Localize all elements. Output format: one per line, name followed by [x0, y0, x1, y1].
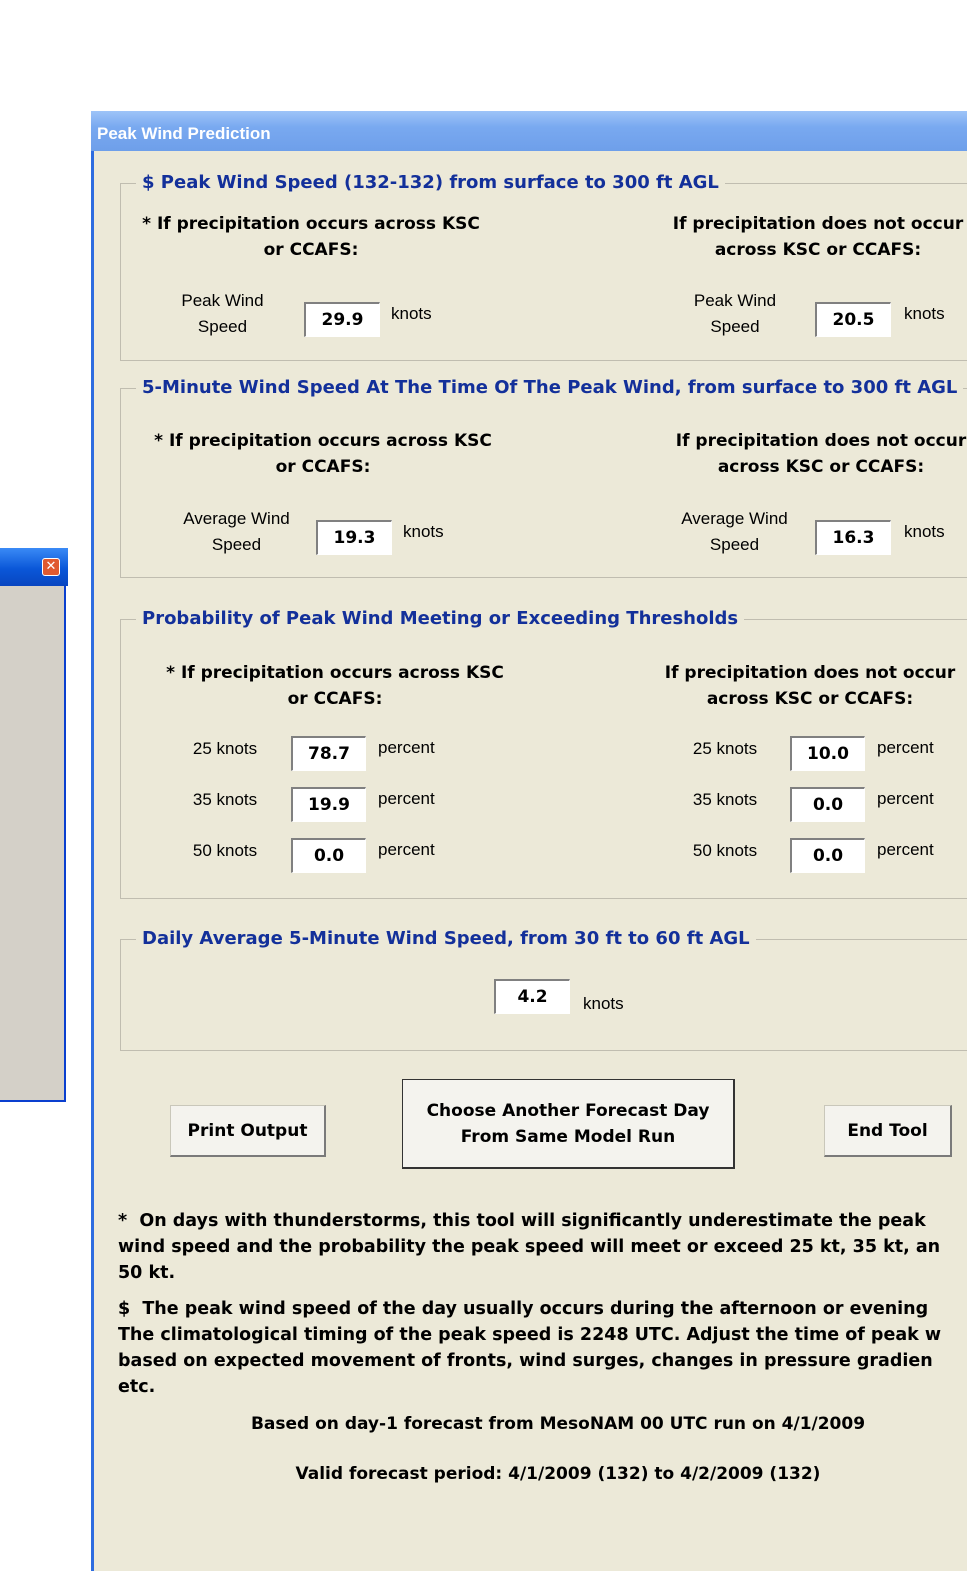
- prob-noprecip-heading: If precipitation does not occur across K…: [664, 663, 956, 709]
- prob-row-label: 25 knots: [692, 739, 758, 758]
- window-titlebar: Peak Wind Prediction: [91, 111, 967, 151]
- peak-precip-label: Peak Wind Speed: [181, 291, 264, 336]
- five-min-precip-heading: * If precipitation occurs across KSC or …: [154, 431, 492, 477]
- prob-noprecip-unit: percent: [877, 840, 934, 859]
- peak-precip-unit: knots: [391, 304, 432, 323]
- prob-row-label: 50 knots: [192, 841, 258, 860]
- prob-precip-unit: percent: [378, 789, 435, 808]
- prob-noprecip-25-value: 10.0: [790, 736, 865, 771]
- five-minute-legend: 5-Minute Wind Speed At The Time Of The P…: [136, 377, 964, 398]
- prob-noprecip-35-value: 0.0: [790, 787, 865, 822]
- peak-noprecip-heading: If precipitation does not occur across K…: [672, 214, 964, 260]
- peak-timing-note: $ The peak wind speed of the day usually…: [118, 1299, 942, 1397]
- prob-precip-unit: percent: [378, 840, 435, 859]
- peak-noprecip-unit: knots: [904, 304, 945, 323]
- prob-noprecip-unit: percent: [877, 789, 934, 808]
- prob-noprecip-50-value: 0.0: [790, 838, 865, 873]
- valid-period-text: Valid forecast period: 4/1/2009 (132) to…: [295, 1464, 821, 1484]
- prob-noprecip-unit: percent: [877, 738, 934, 757]
- prob-precip-50-value: 0.0: [291, 838, 366, 873]
- close-icon[interactable]: ✕: [42, 558, 60, 576]
- five-min-precip-unit: knots: [403, 522, 444, 541]
- five-min-noprecip-heading: If precipitation does not occur across K…: [675, 431, 967, 477]
- prob-precip-35-value: 19.9: [291, 787, 366, 822]
- five-min-noprecip-label: Average Wind Speed: [681, 509, 788, 554]
- peak-noprecip-label: Peak Wind Speed: [693, 291, 777, 336]
- prob-precip-heading: * If precipitation occurs across KSC or …: [166, 663, 504, 709]
- print-output-button[interactable]: Print Output: [170, 1105, 326, 1157]
- five-min-noprecip-value: 16.3: [815, 520, 891, 555]
- prob-precip-unit: percent: [378, 738, 435, 757]
- probability-legend: Probability of Peak Wind Meeting or Exce…: [136, 608, 745, 629]
- prob-precip-25-value: 78.7: [291, 736, 366, 771]
- five-min-precip-label: Average Wind Speed: [183, 509, 290, 554]
- peak-noprecip-value: 20.5: [815, 302, 891, 337]
- peak-wind-legend: $ Peak Wind Speed (132-132) from surface…: [136, 172, 725, 193]
- daily-average-legend: Daily Average 5-Minute Wind Speed, from …: [136, 928, 756, 949]
- prob-row-label: 35 knots: [192, 790, 258, 809]
- prob-row-label: 50 knots: [692, 841, 758, 860]
- prob-row-label: 25 knots: [192, 739, 258, 758]
- five-min-precip-value: 19.3: [316, 520, 392, 555]
- peak-precip-value: 29.9: [304, 302, 380, 337]
- prob-row-label: 35 knots: [692, 790, 758, 809]
- window-title: Peak Wind Prediction: [97, 124, 271, 143]
- daily-average-unit: knots: [583, 994, 624, 1013]
- end-tool-button[interactable]: End Tool: [824, 1105, 952, 1157]
- five-min-noprecip-unit: knots: [904, 522, 945, 541]
- peak-precip-heading: * If precipitation occurs across KSC or …: [142, 214, 480, 260]
- daily-average-value: 4.2: [494, 979, 570, 1014]
- thunderstorm-note: * On days with thunderstorms, this tool …: [118, 1211, 941, 1283]
- forecast-source-text: Based on day-1 forecast from MesoNAM 00 …: [250, 1414, 866, 1434]
- choose-another-day-button[interactable]: Choose Another Forecast Day From Same Mo…: [402, 1079, 735, 1169]
- background-dialog: ✕: [0, 548, 68, 1102]
